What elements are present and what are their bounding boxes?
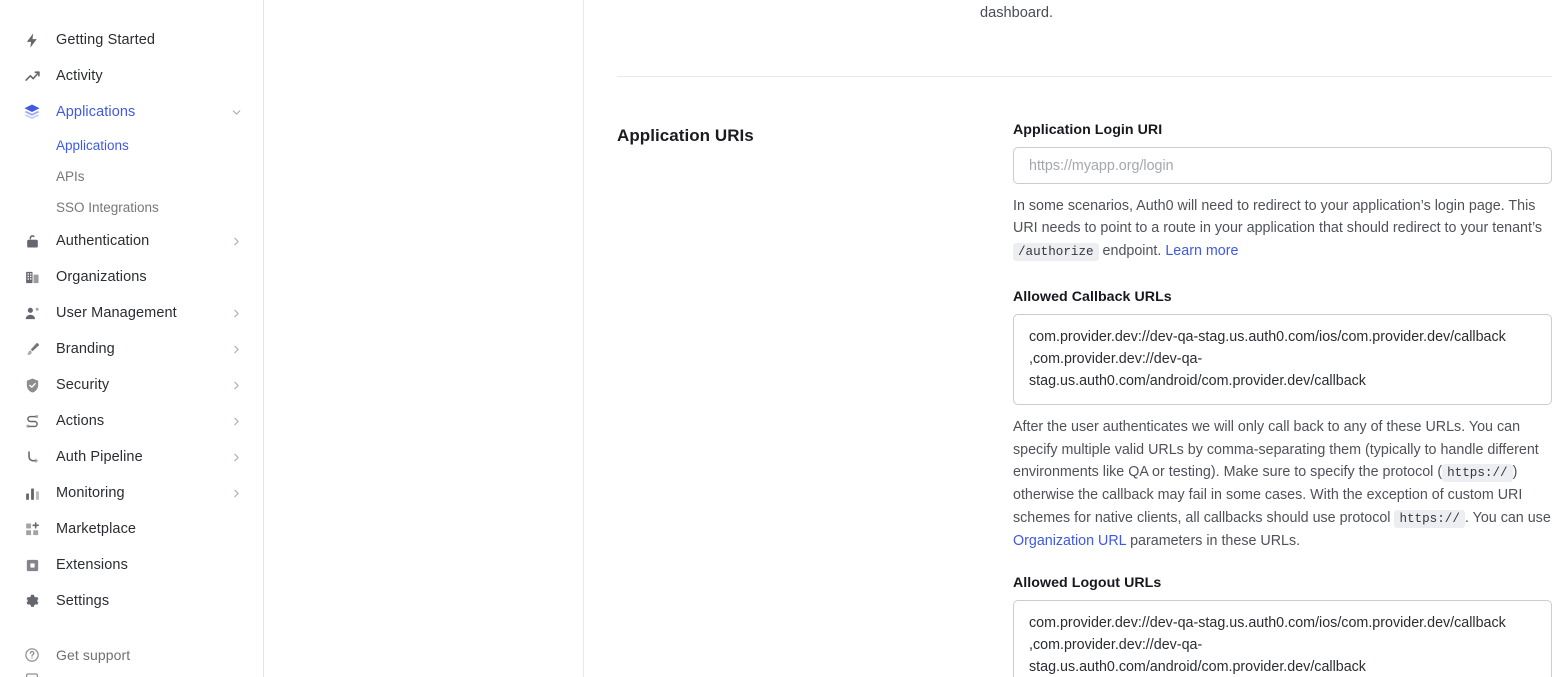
allowed-callback-urls-label: Allowed Callback URLs xyxy=(1013,289,1172,306)
secondary-panel-column xyxy=(264,0,584,677)
puzzle-icon xyxy=(22,555,42,575)
sidebar-item-label: Marketplace xyxy=(56,521,137,537)
chevron-right-icon[interactable] xyxy=(230,379,243,392)
grid-plus-icon xyxy=(22,519,42,539)
sidebar-subitem-label: APIs xyxy=(56,169,85,184)
field-spacer xyxy=(1013,553,1552,575)
auth0-dashboard-app: Getting Started Activity Applications Ap… xyxy=(0,0,1568,677)
sidebar-item-activity[interactable]: Activity xyxy=(0,58,263,94)
sidebar-item-settings[interactable]: Settings xyxy=(0,583,263,619)
chevron-right-icon[interactable] xyxy=(230,487,243,500)
sidebar-item-label: Security xyxy=(56,377,110,393)
allowed-callback-urls-help: After the user authenticates we will onl… xyxy=(1013,416,1552,552)
application-login-uri-label: Application Login URI xyxy=(1013,122,1163,138)
help-text-part-1: In some scenarios, Auth0 will need to re… xyxy=(1013,198,1543,237)
help-text-part-2: endpoint. xyxy=(1098,242,1166,259)
help-text-part-4: parameters in these URLs. xyxy=(1126,533,1301,550)
allowed-logout-urls-textarea[interactable]: com.provider.dev://dev-qa-stag.us.auth0.… xyxy=(1013,599,1552,677)
sidebar-item-organizations[interactable]: Organizations xyxy=(0,259,263,295)
application-login-uri-field-group: Application Login URI In some scenarios,… xyxy=(1013,122,1552,263)
fields-column: Application Login URI In some scenarios,… xyxy=(1013,122,1552,677)
sidebar-navigation: Getting Started Activity Applications Ap… xyxy=(0,0,264,677)
sidebar-item-label: Getting Started xyxy=(56,32,156,48)
sidebar-item-label: Auth Pipeline xyxy=(56,449,143,465)
chevron-down-icon[interactable] xyxy=(230,106,243,119)
sidebar-item-monitoring[interactable]: Monitoring xyxy=(0,475,263,511)
application-login-uri-help: In some scenarios, Auth0 will need to re… xyxy=(1013,195,1552,263)
sidebar-item-marketplace[interactable]: Marketplace xyxy=(0,511,263,547)
allowed-logout-urls-label: Allowed Logout URLs xyxy=(1013,574,1162,591)
chevron-right-icon[interactable] xyxy=(230,415,243,428)
sidebar-item-authentication[interactable]: Authentication xyxy=(0,223,263,259)
sidebar-item-user-management[interactable]: User Management xyxy=(0,295,263,331)
chevron-right-icon[interactable] xyxy=(230,451,243,464)
gear-icon xyxy=(22,591,42,611)
sidebar-item-clipped[interactable] xyxy=(0,673,263,677)
field-spacer xyxy=(1013,263,1552,289)
sidebar-item-label: Authentication xyxy=(56,233,150,249)
sidebar-item-security[interactable]: Security xyxy=(0,367,263,403)
sidebar-item-label: Extensions xyxy=(56,557,128,573)
sidebar-item-getting-started[interactable]: Getting Started xyxy=(0,22,263,58)
sidebar-item-extensions[interactable]: Extensions xyxy=(0,547,263,583)
sidebar-item-label: Get support xyxy=(56,647,131,663)
question-circle-icon xyxy=(22,645,42,665)
sidebar-item-branding[interactable]: Branding xyxy=(0,331,263,367)
sidebar-subitem-apis[interactable]: APIs xyxy=(0,161,263,192)
sidebar-item-label: Applications xyxy=(56,104,136,120)
page-title: Application URIs xyxy=(617,126,754,145)
main-content: dashboard. Application URIs Application … xyxy=(584,0,1568,677)
chevron-right-icon[interactable] xyxy=(230,235,243,248)
sidebar-item-label: User Management xyxy=(56,305,177,321)
sidebar-item-auth-pipeline[interactable]: Auth Pipeline xyxy=(0,439,263,475)
authorize-code-chip: /authorize xyxy=(1013,242,1099,261)
building-icon xyxy=(22,267,42,287)
document-icon xyxy=(22,673,42,677)
sidebar-item-label: Monitoring xyxy=(56,485,125,501)
pipeline-icon xyxy=(22,447,42,467)
help-text-part-3: . You can use xyxy=(1464,509,1551,526)
sidebar-item-label: Branding xyxy=(56,341,115,357)
https-code-chip-2: https:// xyxy=(1394,509,1465,528)
user-icon xyxy=(22,303,42,323)
sidebar-item-label: Activity xyxy=(56,68,103,84)
sidebar-subitem-applications[interactable]: Applications xyxy=(0,130,263,161)
lock-icon xyxy=(22,231,42,251)
sidebar-item-label: Settings xyxy=(56,593,110,609)
bar-chart-icon xyxy=(22,483,42,503)
sidebar-subitem-label: SSO Integrations xyxy=(56,200,159,215)
allowed-callback-urls-field-group: Allowed Callback URLs com.provider.dev:/… xyxy=(1013,289,1552,552)
learn-more-link[interactable]: Learn more xyxy=(1165,243,1238,259)
activity-chart-icon xyxy=(22,66,42,86)
chevron-right-icon[interactable] xyxy=(230,307,243,320)
application-uris-section: Application URIs Application Login URI I… xyxy=(584,77,1568,677)
sidebar-item-label: Actions xyxy=(56,413,105,429)
stack-layers-icon xyxy=(22,102,42,122)
flow-nodes-icon xyxy=(22,411,42,431)
allowed-callback-urls-textarea[interactable]: com.provider.dev://dev-qa-stag.us.auth0.… xyxy=(1013,314,1552,406)
sidebar-item-label: Organizations xyxy=(56,269,147,285)
organization-url-link[interactable]: Organization URL xyxy=(1013,533,1126,549)
sidebar-divider-gap xyxy=(0,619,263,637)
sidebar-item-get-support[interactable]: Get support xyxy=(0,637,263,673)
allowed-logout-urls-field-group: Allowed Logout URLs com.provider.dev://d… xyxy=(1013,575,1552,677)
https-code-chip-1: https:// xyxy=(1442,464,1513,483)
sidebar-item-applications[interactable]: Applications xyxy=(0,94,263,130)
application-login-uri-input[interactable] xyxy=(1013,147,1552,184)
paintbrush-icon xyxy=(22,339,42,359)
sidebar-subitem-label: Applications xyxy=(56,138,129,153)
shield-check-icon xyxy=(22,375,42,395)
lightning-bolt-icon xyxy=(22,30,42,50)
chevron-right-icon[interactable] xyxy=(230,343,243,356)
sidebar-item-actions[interactable]: Actions xyxy=(0,403,263,439)
sidebar-subitem-sso-integrations[interactable]: SSO Integrations xyxy=(0,192,263,223)
previous-section-text-fragment: dashboard. xyxy=(980,5,1054,21)
